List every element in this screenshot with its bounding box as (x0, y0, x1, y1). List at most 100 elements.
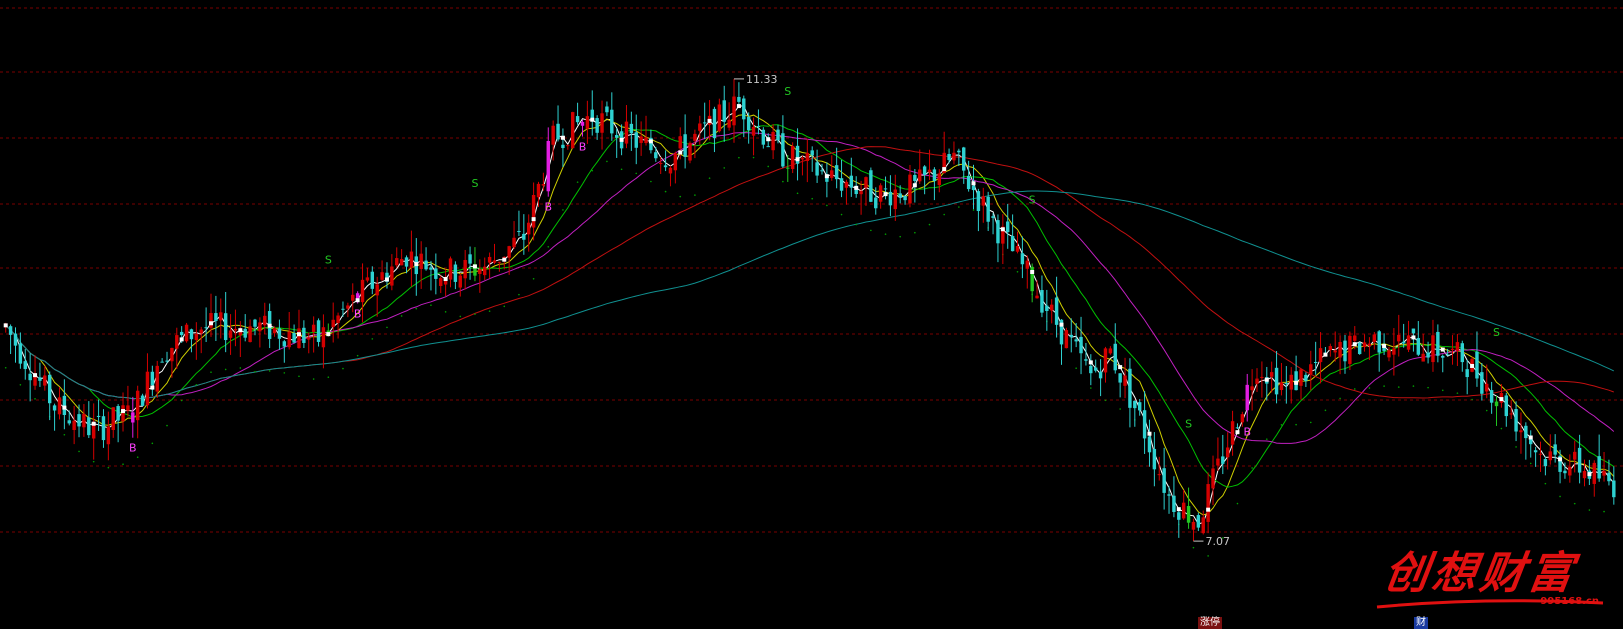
candle-body (1045, 305, 1049, 312)
candle-body (395, 258, 399, 266)
candle-body (1098, 371, 1103, 379)
candle-body (439, 278, 443, 286)
candle-body (790, 145, 795, 169)
candle-body (1362, 342, 1367, 348)
candle-body (292, 333, 296, 343)
candle-body (575, 116, 580, 123)
trail-dot (1368, 387, 1371, 389)
trail-dot (4, 366, 7, 369)
ma-marker (1411, 335, 1416, 340)
trail-dot (63, 433, 66, 436)
ma-marker (1059, 322, 1064, 327)
trail-dot (1119, 408, 1121, 410)
candle-body (776, 129, 780, 141)
candle-body (380, 272, 384, 280)
candle-body (527, 222, 531, 235)
candle-body (47, 374, 52, 404)
candle-body (712, 108, 717, 139)
buy-signal-label: B (354, 307, 362, 320)
candle-body (1113, 343, 1117, 371)
candle-body (1152, 448, 1157, 470)
candle-body (839, 178, 844, 191)
trail-dot (958, 206, 960, 208)
trail-dot (503, 305, 506, 308)
trail-dot (914, 231, 916, 234)
candle-body (194, 333, 199, 341)
candle-body (551, 125, 555, 145)
ma-marker (150, 385, 155, 390)
candle-body (1142, 410, 1147, 439)
trail-dot (1588, 509, 1591, 511)
candle-body (453, 264, 458, 282)
candle-body (698, 123, 702, 131)
ma-marker (3, 323, 8, 328)
trail-dot (796, 192, 799, 195)
sell-signal-label: S (1493, 326, 1500, 339)
candle-body (742, 98, 746, 120)
candle-body (170, 347, 174, 362)
candle-body (1093, 367, 1098, 371)
ma-marker (1499, 397, 1504, 402)
candle-body (1582, 470, 1587, 479)
candle-body (668, 167, 673, 174)
candle-body (605, 106, 609, 113)
candle-body (209, 313, 213, 328)
candle-body (629, 123, 634, 134)
candle-body (43, 375, 47, 386)
sell-signal-label: S (471, 177, 478, 190)
candle-body (1274, 367, 1279, 395)
candle-body (1294, 371, 1298, 391)
trail-dot (1280, 424, 1283, 426)
candle-body (981, 196, 985, 206)
ma-line (5, 146, 1614, 400)
ma-marker (414, 262, 419, 267)
trail-dot (386, 326, 388, 329)
ma-marker (942, 167, 947, 172)
trail-dot (1529, 462, 1532, 465)
candle-body (888, 191, 893, 206)
trail-dot (811, 197, 814, 200)
trail-dot (371, 338, 374, 340)
candle-body (1309, 364, 1313, 375)
candle-body (678, 136, 682, 149)
candle-body (1514, 409, 1518, 432)
candle-body (1074, 339, 1078, 342)
candle-body (204, 327, 208, 329)
candle-body (893, 189, 898, 210)
candle-body (1289, 374, 1293, 390)
candle-body (424, 260, 428, 270)
trail-dot (1075, 367, 1077, 369)
candle-body (1353, 335, 1357, 341)
candle-body (1304, 374, 1308, 382)
candle-body (614, 135, 619, 138)
candle-body (1357, 342, 1362, 355)
trail-dot (752, 156, 755, 159)
ma-marker (678, 150, 683, 155)
trail-dot (972, 209, 975, 211)
candle-body (1084, 359, 1088, 361)
trail-dot (342, 367, 344, 370)
candle-body (160, 361, 164, 363)
candle-body (903, 196, 907, 201)
trail-dot (1353, 388, 1356, 390)
candle-body (1533, 450, 1538, 453)
trail-dot (268, 370, 271, 372)
ma-marker (766, 137, 771, 142)
candle-body (1191, 521, 1196, 530)
candle-body (1269, 372, 1274, 377)
high-price-label: 11.33 (746, 73, 778, 86)
candle-body (316, 320, 321, 342)
candle-body (121, 405, 125, 422)
candle-body (223, 313, 228, 341)
candle-body (111, 407, 115, 431)
ma-marker (531, 217, 536, 222)
candle-body (199, 329, 203, 334)
candle-body (1299, 369, 1303, 386)
candle-body (101, 416, 106, 441)
candle-body (1201, 517, 1205, 534)
candle-body (1431, 335, 1435, 363)
candle-body (18, 343, 23, 364)
ma-line (5, 132, 1615, 444)
trail-dot (532, 277, 535, 280)
candle-body (1250, 386, 1254, 391)
